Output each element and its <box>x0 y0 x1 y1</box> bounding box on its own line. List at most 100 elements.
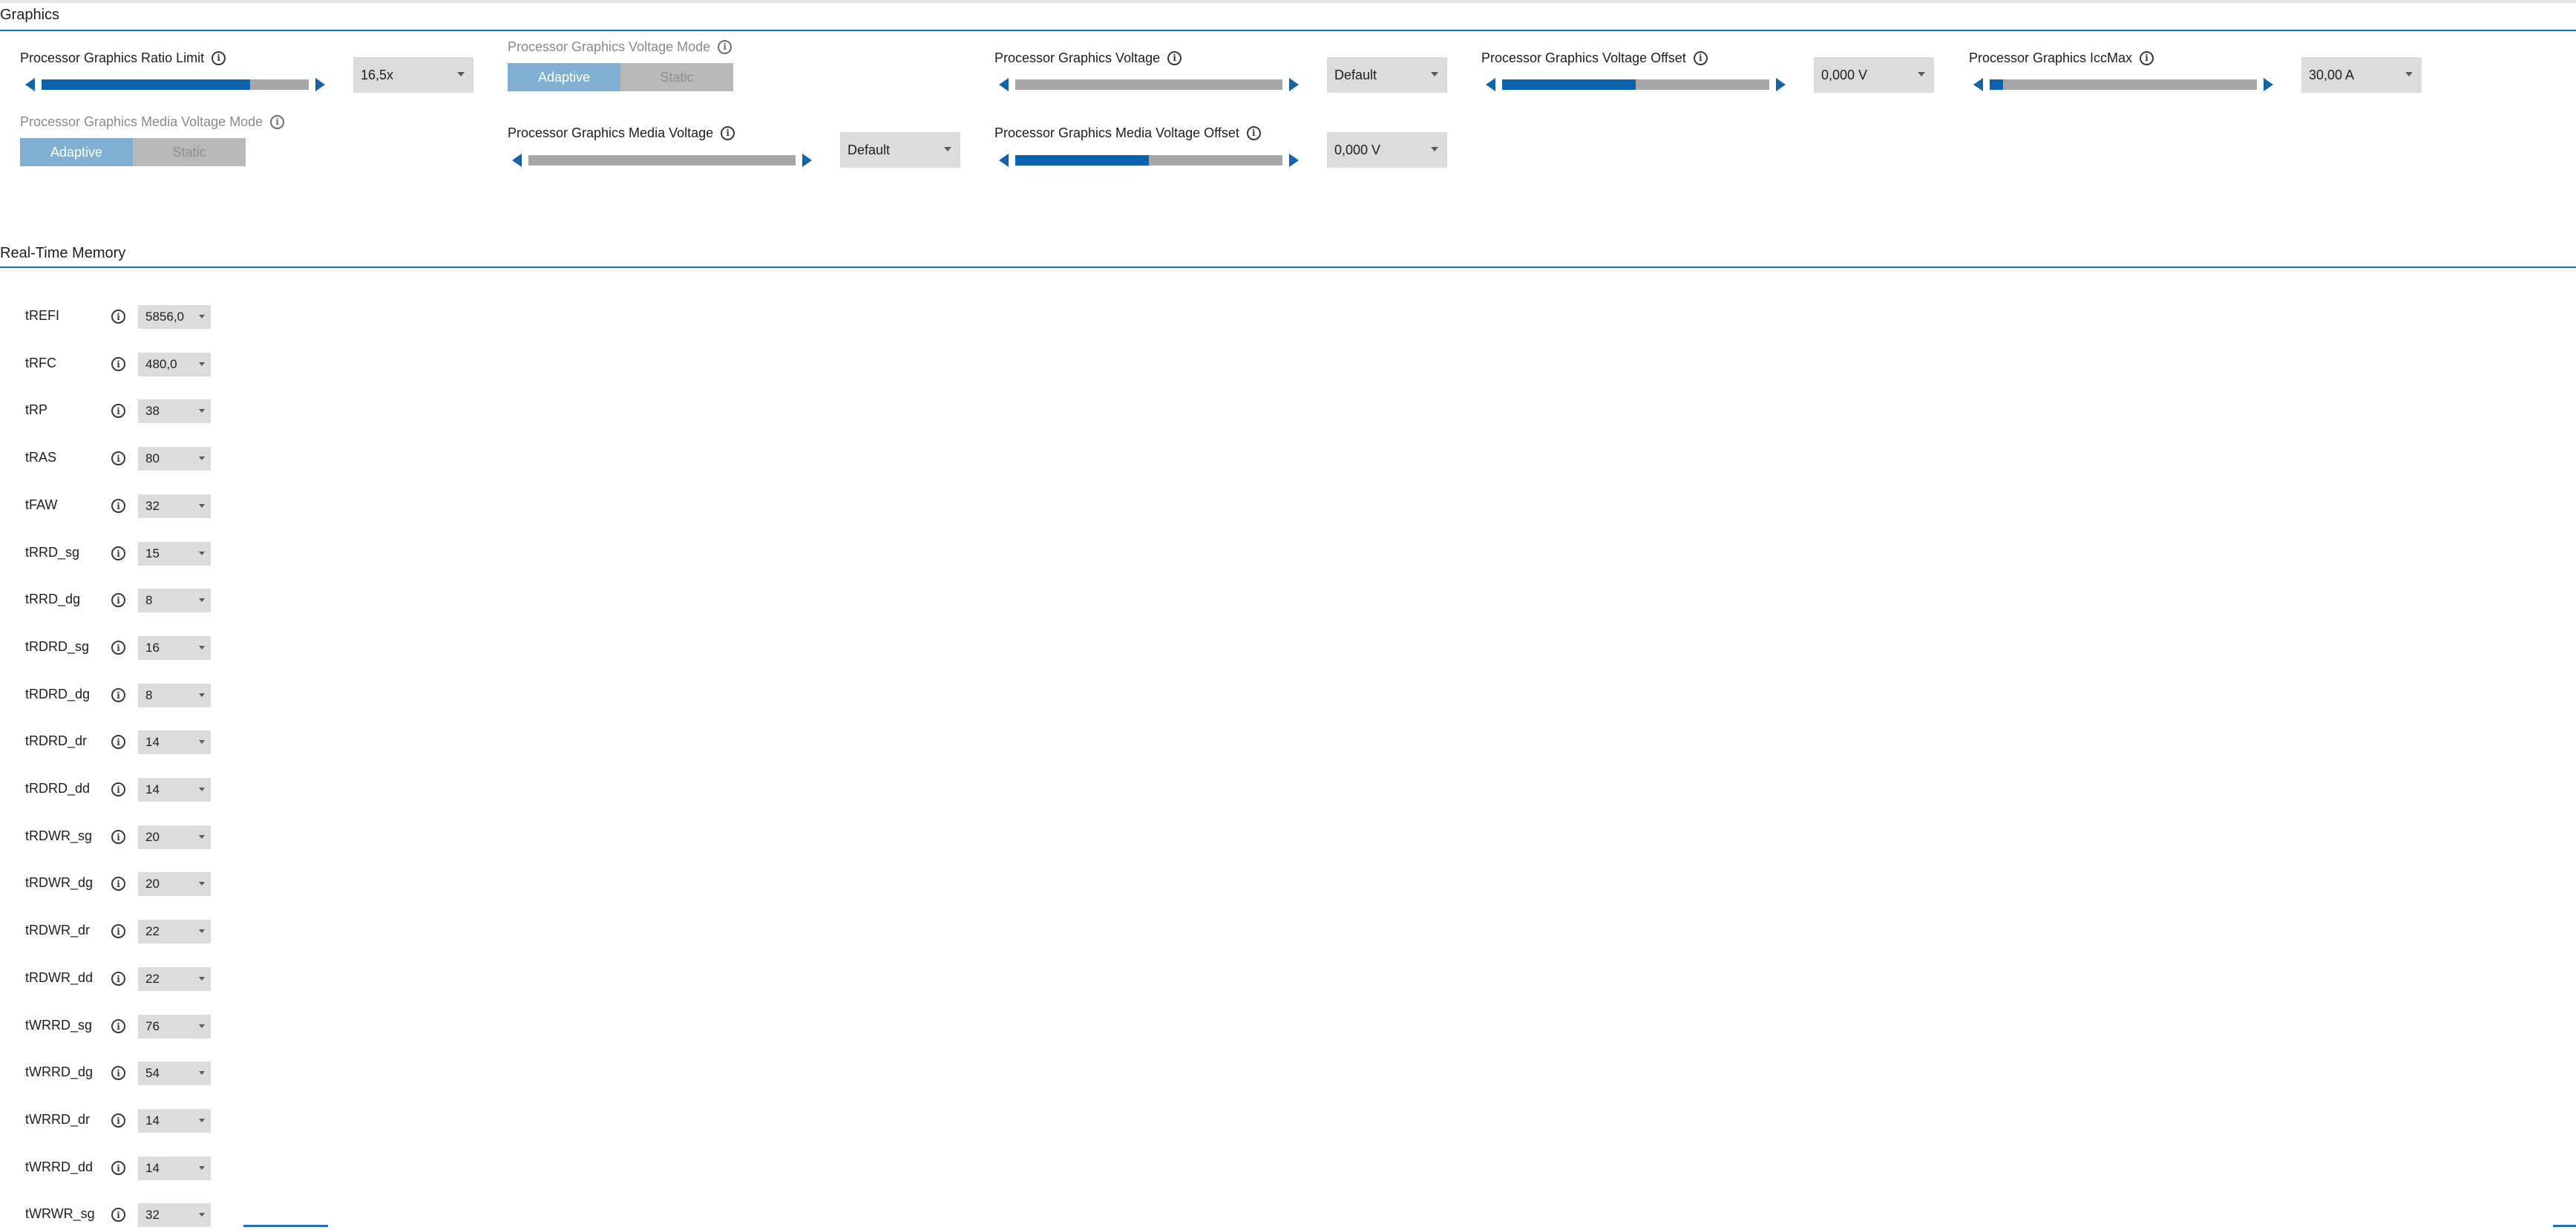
info-icon[interactable]: i <box>111 924 125 938</box>
memory-timing-dropdown[interactable]: 32 <box>138 494 211 518</box>
memory-timing-dropdown[interactable]: 14 <box>138 730 211 754</box>
slider-increase-icon[interactable] <box>1776 78 1786 91</box>
info-icon[interactable]: i <box>111 1161 125 1175</box>
memory-timing-label: tRDRD_sg <box>25 639 90 654</box>
slider-decrease-icon[interactable] <box>25 78 35 91</box>
memory-timing-dropdown[interactable]: 80 <box>138 447 211 471</box>
slider-decrease-icon[interactable] <box>999 78 1009 91</box>
memory-timing-value: 8 <box>145 593 153 607</box>
memory-timing-dropdown[interactable]: 54 <box>138 1061 211 1085</box>
slider-track[interactable] <box>1990 79 2257 90</box>
memory-timing-dropdown[interactable]: 14 <box>138 778 211 802</box>
info-icon[interactable]: i <box>111 830 125 844</box>
memory-timing-dropdown[interactable]: 15 <box>138 542 211 566</box>
ratio-limit-label: Processor Graphics Ratio Limit <box>20 50 205 65</box>
memory-timing-dropdown[interactable]: 8 <box>138 589 211 612</box>
slider-increase-icon[interactable] <box>802 154 812 167</box>
slider-increase-icon[interactable] <box>1289 78 1299 91</box>
iccmax-dropdown[interactable]: 30,00 A <box>2301 57 2422 93</box>
memory-timing-dropdown[interactable]: 38 <box>138 399 211 423</box>
slider-decrease-icon[interactable] <box>1486 78 1495 91</box>
voltage-mode-label: Processor Graphics Voltage Mode <box>508 39 711 54</box>
media-voltage-mode-adaptive[interactable]: Adaptive <box>20 138 133 166</box>
memory-timing-dropdown[interactable]: 14 <box>138 1157 211 1180</box>
slider-track[interactable] <box>1015 155 1282 166</box>
slider-fill <box>1990 79 2003 90</box>
info-icon[interactable]: i <box>111 499 125 513</box>
media-voltage-offset-slider[interactable] <box>999 152 1299 169</box>
memory-timing-dropdown[interactable]: 16 <box>138 636 211 660</box>
info-icon[interactable]: i <box>270 114 285 129</box>
memory-timing-dropdown[interactable]: 22 <box>138 967 211 991</box>
info-icon[interactable]: i <box>111 735 125 749</box>
media-voltage-mode-toggle[interactable]: Adaptive Static <box>20 138 246 166</box>
memory-timing-row: tWRRD_dr i 14 <box>0 1106 223 1136</box>
info-icon[interactable]: i <box>111 1113 125 1128</box>
voltage-offset-dropdown[interactable]: 0,000 V <box>1814 57 1934 93</box>
slider-decrease-icon[interactable] <box>512 154 522 167</box>
info-icon[interactable]: i <box>1693 50 1708 65</box>
memory-timing-dropdown[interactable]: 20 <box>138 872 211 896</box>
info-icon[interactable]: i <box>111 546 125 560</box>
voltage-mode-static[interactable]: Static <box>620 63 733 91</box>
info-icon[interactable]: i <box>111 972 125 986</box>
chevron-down-icon <box>199 457 205 460</box>
info-icon[interactable]: i <box>721 125 735 140</box>
memory-timing-dropdown[interactable]: 76 <box>138 1015 211 1038</box>
info-icon[interactable]: i <box>111 1066 125 1080</box>
slider-track[interactable] <box>42 79 309 90</box>
chevron-down-icon <box>199 1024 205 1028</box>
info-icon[interactable]: i <box>111 404 125 418</box>
info-icon[interactable]: i <box>111 641 125 655</box>
slider-track[interactable] <box>528 155 796 166</box>
voltage-mode-toggle[interactable]: Adaptive Static <box>508 63 733 91</box>
chevron-down-icon <box>199 1071 205 1075</box>
info-icon[interactable]: i <box>111 1019 125 1033</box>
media-voltage-slider[interactable] <box>512 152 812 169</box>
memory-timing-dropdown[interactable]: 5856,0 <box>138 305 211 329</box>
slider-track[interactable] <box>1015 79 1282 90</box>
info-icon[interactable]: i <box>111 593 125 607</box>
memory-timing-label: tRDRD_dr <box>25 733 88 748</box>
voltage-mode-adaptive[interactable]: Adaptive <box>508 63 620 91</box>
slider-decrease-icon[interactable] <box>1973 78 1983 91</box>
memory-timing-dropdown[interactable]: 20 <box>138 825 211 849</box>
memory-timing-dropdown[interactable]: 14 <box>138 1109 211 1133</box>
info-icon[interactable]: i <box>2140 50 2154 65</box>
media-voltage-label: Processor Graphics Media Voltage <box>508 125 714 140</box>
slider-increase-icon[interactable] <box>2264 78 2273 91</box>
info-icon[interactable]: i <box>111 877 125 891</box>
media-voltage-dropdown[interactable]: Default <box>840 132 960 168</box>
info-icon[interactable]: i <box>1167 50 1182 65</box>
ratio-limit-dropdown[interactable]: 16,5x <box>353 57 473 93</box>
info-icon[interactable]: i <box>111 688 125 702</box>
info-icon[interactable]: i <box>718 39 733 54</box>
memory-timing-dropdown[interactable]: 32 <box>138 1203 211 1227</box>
chevron-down-icon <box>457 72 465 76</box>
info-icon[interactable]: i <box>111 1208 125 1222</box>
chevron-down-icon <box>199 693 205 697</box>
voltage-dropdown[interactable]: Default <box>1327 57 1447 93</box>
info-icon[interactable]: i <box>111 782 125 796</box>
memory-timing-dropdown[interactable]: 8 <box>138 684 211 707</box>
voltage-offset-slider[interactable] <box>1486 76 1786 93</box>
info-icon[interactable]: i <box>111 357 125 371</box>
media-voltage-offset-dropdown[interactable]: 0,000 V <box>1327 132 1447 168</box>
slider-increase-icon[interactable] <box>1289 154 1299 167</box>
slider-increase-icon[interactable] <box>315 78 325 91</box>
media-voltage-mode-static[interactable]: Static <box>133 138 246 166</box>
memory-timing-dropdown[interactable]: 480,0 <box>138 353 211 376</box>
memory-timing-label: tRDWR_sg <box>25 828 93 843</box>
iccmax-slider[interactable] <box>1973 76 2273 93</box>
info-icon[interactable]: i <box>111 451 125 465</box>
info-icon[interactable]: i <box>1246 125 1261 140</box>
chevron-down-icon <box>199 1119 205 1122</box>
slider-track[interactable] <box>1502 79 1769 90</box>
info-icon[interactable]: i <box>111 310 125 324</box>
voltage-slider[interactable] <box>999 76 1299 93</box>
slider-decrease-icon[interactable] <box>999 154 1009 167</box>
ratio-limit-slider[interactable] <box>25 76 325 93</box>
info-icon[interactable]: i <box>212 50 226 65</box>
memory-timing-dropdown[interactable]: 22 <box>138 920 211 943</box>
chevron-down-icon <box>199 646 205 650</box>
